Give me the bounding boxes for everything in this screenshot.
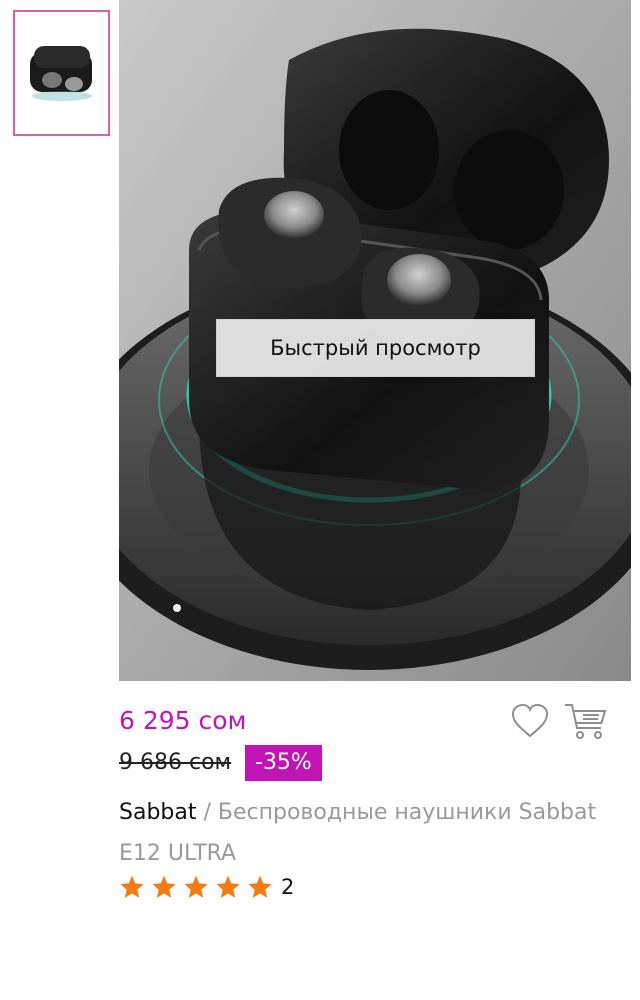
old-price: 9 686 сом (119, 750, 232, 775)
quick-view-button[interactable]: Быстрый просмотр (216, 319, 535, 377)
product-thumbnail[interactable] (13, 10, 110, 136)
star-icon (152, 875, 176, 898)
star-icon (216, 875, 240, 898)
earbuds-thumbnail-image (29, 46, 92, 101)
discount-badge: -35% (245, 745, 322, 781)
star-icon (248, 875, 272, 898)
rating-count[interactable]: 2 (281, 875, 294, 899)
rating: 2 (119, 874, 294, 900)
cart-icon[interactable] (563, 700, 609, 742)
star-icon (184, 875, 208, 898)
product-brand: Sabbat (119, 800, 197, 825)
heart-icon[interactable] (510, 703, 550, 739)
title-separator: / (196, 800, 218, 825)
product-main-image[interactable]: Быстрый просмотр (119, 0, 631, 681)
current-price: 6 295 сом (119, 706, 247, 735)
product-title[interactable]: Sabbat / Беспроводные наушники Sabbat E1… (119, 792, 619, 874)
star-icon (120, 875, 144, 898)
